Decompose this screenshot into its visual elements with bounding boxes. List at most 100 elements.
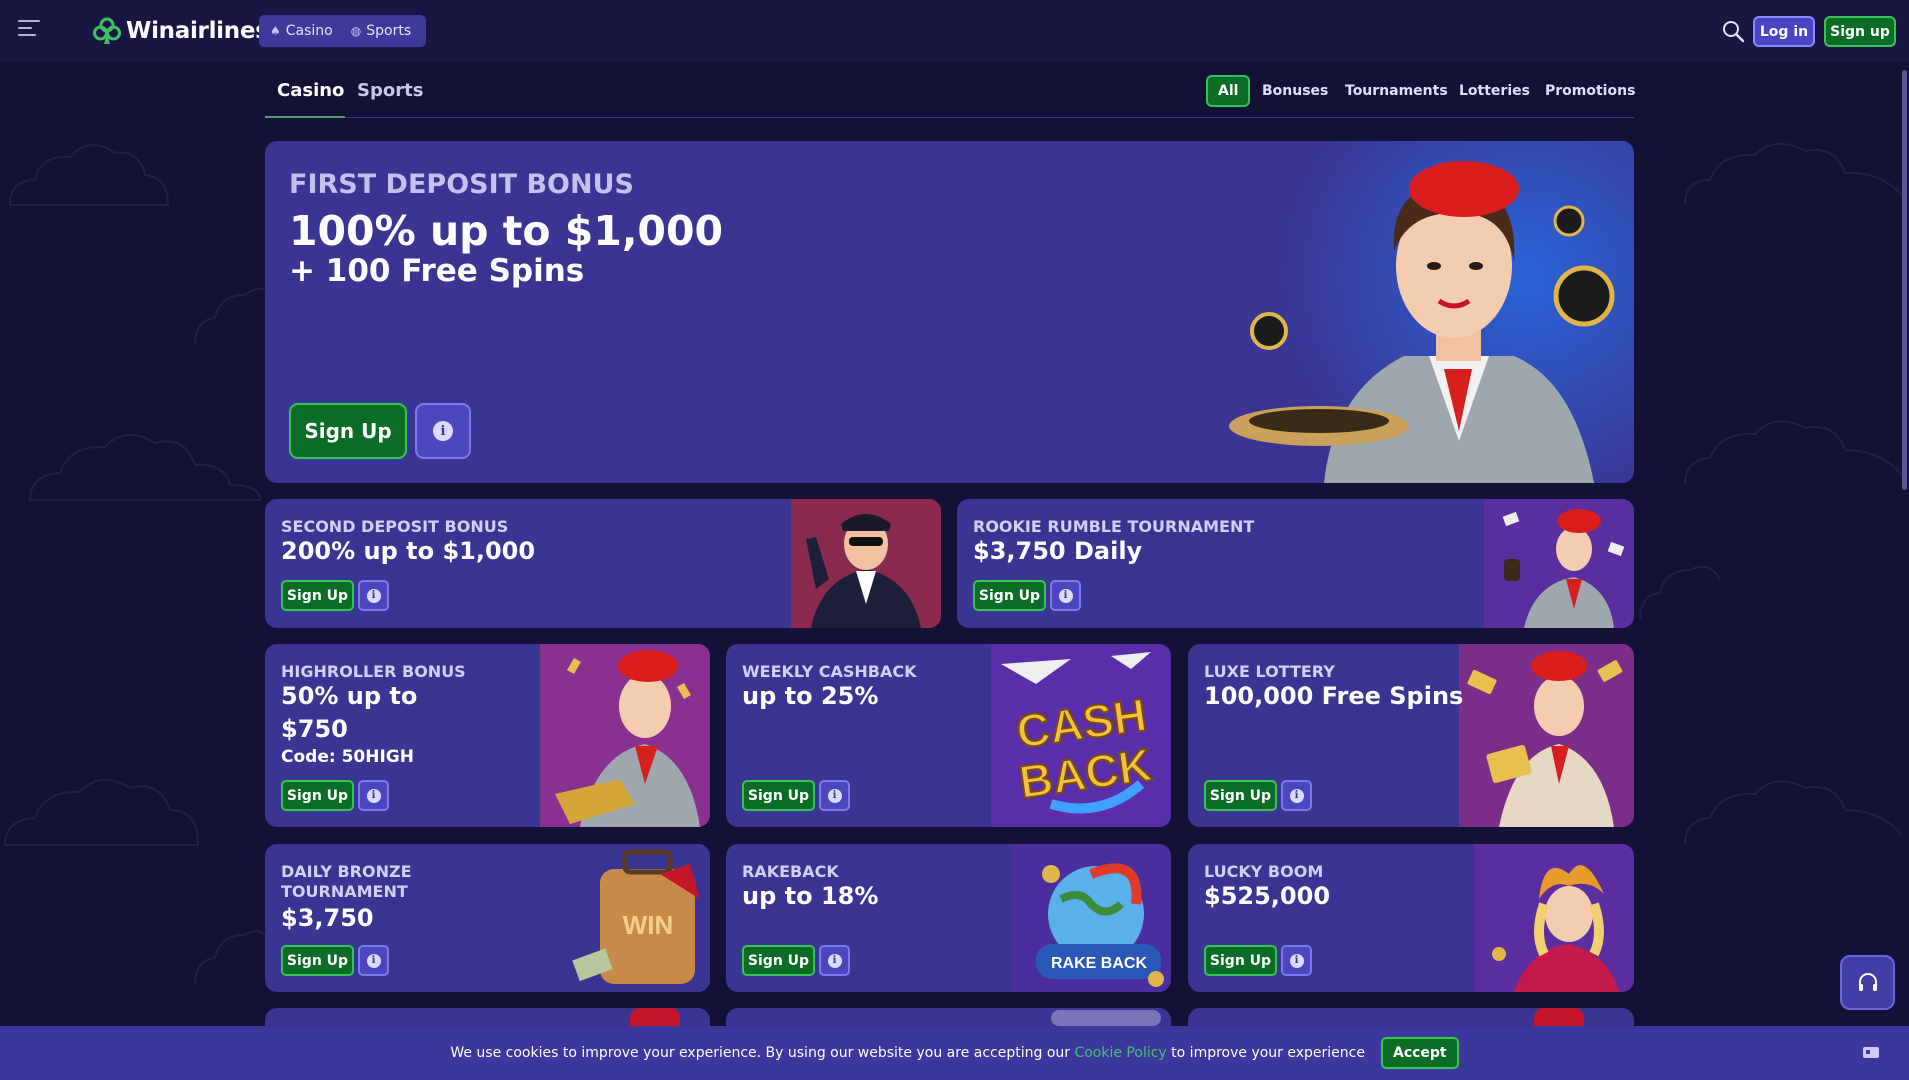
card-art-partial [1051,1010,1161,1026]
info-icon: i [433,421,453,441]
promo-card-lucky-boom: LUCKY BOOM $525,000 Sign Up i [1188,844,1634,992]
tab-casino[interactable]: Casino [277,80,344,101]
active-tab-indicator [265,116,345,118]
card-headline: $3,750 Daily [973,537,1143,565]
top-header: Winairlines ♠ Casino ◍ Sports Log in Sig… [0,0,1909,62]
card-signup-button[interactable]: Sign Up [281,780,354,811]
cookie-banner: We use cookies to improve your experienc… [0,1026,1909,1080]
support-chat-button[interactable] [1840,955,1895,1010]
card-kicker: SECOND DEPOSIT BONUS [281,517,509,536]
info-icon: i [1289,953,1304,968]
card-info-button[interactable]: i [358,780,389,811]
pilot-image [791,499,941,628]
info-icon: i [1058,588,1073,603]
card-kicker: HIGHROLLER BONUS [281,662,466,681]
brand-logo[interactable]: Winairlines [92,14,269,48]
info-icon: i [827,953,842,968]
mode-casino[interactable]: ♠ Casino [265,19,338,43]
spade-icon: ♠ [270,24,281,38]
card-headline: up to 25% [742,682,879,710]
filter-lotteries[interactable]: Lotteries [1459,75,1530,107]
background-cloud [190,900,270,990]
card-headline: 100,000 Free Spins [1204,682,1464,710]
rakeback-art-text: RAKE BACK [1051,955,1147,972]
category-tabs: Casino Sports All Bonuses Tournaments Lo… [265,70,1635,118]
background-cloud [1635,555,1725,625]
cookie-text-before: We use cookies to improve your experienc… [450,1045,1071,1061]
card-info-button[interactable]: i [358,945,389,976]
tab-sports[interactable]: Sports [357,80,423,101]
card-art-partial [1534,1008,1584,1028]
mode-sports-label: Sports [366,23,412,39]
card-signup-button[interactable]: Sign Up [973,580,1046,611]
cashback-image: CASH BACK [991,644,1171,827]
hamburger-menu-icon[interactable] [18,20,42,40]
suitcase-art-text: WIN [623,910,674,940]
cookie-accept-button[interactable]: Accept [1380,1037,1459,1069]
hero-signup-button[interactable]: Sign Up [289,403,407,459]
brand-name: Winairlines [126,18,269,44]
cookie-text-after: to improve your experience [1171,1045,1365,1061]
filter-bonuses[interactable]: Bonuses [1262,75,1328,107]
hero-headline: 100% up to $1,000 [289,207,724,255]
login-button[interactable]: Log in [1753,16,1815,47]
card-kicker: WEEKLY CASHBACK [742,662,917,681]
card-headline-line1: 50% up to [281,682,418,710]
filter-all[interactable]: All [1206,75,1251,107]
page-scrollbar[interactable] [1902,70,1907,490]
attendant-tickets-image [1459,644,1634,827]
card-signup-button[interactable]: Sign Up [281,945,354,976]
clover-logo-icon [93,17,121,44]
search-icon[interactable] [1721,19,1745,43]
background-cloud [0,135,170,210]
promo-card-daily-bronze: WIN DAILY BRONZE TOURNAMENT $3,750 Sign … [265,844,710,992]
background-cloud [1680,135,1905,210]
card-art-partial [630,1008,680,1028]
hero-kicker: FIRST DEPOSIT BONUS [289,169,634,200]
card-signup-button[interactable]: Sign Up [1204,945,1277,976]
filter-tournaments[interactable]: Tournaments [1345,75,1448,107]
card-signup-button[interactable]: Sign Up [742,780,815,811]
bonus-code: Code: 50HIGH [281,747,414,767]
card-headline: $525,000 [1204,882,1331,910]
info-icon: i [366,953,381,968]
card-signup-button[interactable]: Sign Up [1204,780,1277,811]
card-headline-line2: $750 [281,715,348,743]
rakeback-globe-image: RAKE BACK [1011,844,1171,992]
mode-casino-label: Casino [285,23,333,39]
card-info-button[interactable]: i [1281,945,1312,976]
info-icon: i [827,788,842,803]
signup-button[interactable]: Sign up [1824,16,1896,47]
card-kicker: LUCKY BOOM [1204,862,1324,881]
attendant-gold-bars-image [540,644,710,827]
card-kicker-line1: DAILY BRONZE [281,862,412,881]
promo-card-weekly-cashback: CASH BACK WEEKLY CASHBACK up to 25% Sign… [726,644,1171,827]
card-info-button[interactable]: i [1050,580,1081,611]
headset-icon [1858,972,1877,991]
card-headline: up to 18% [742,882,879,910]
background-cloud [1680,410,1905,490]
info-icon: i [1289,788,1304,803]
card-info-button[interactable]: i [819,945,850,976]
hero-subheadline: + 100 Free Spins [289,253,585,289]
card-info-button[interactable]: i [358,580,389,611]
card-kicker-line2: TOURNAMENT [281,882,408,901]
jester-image [1474,844,1634,992]
cookie-policy-link[interactable]: Cookie Policy [1074,1045,1166,1061]
mode-switch: ♠ Casino ◍ Sports [259,15,426,47]
hero-info-button[interactable]: i [415,403,471,459]
cookie-settings-icon[interactable] [1856,1038,1886,1066]
card-signup-button[interactable]: Sign Up [742,945,815,976]
background-cloud [1680,760,1905,850]
card-info-button[interactable]: i [1281,780,1312,811]
card-info-button[interactable]: i [819,780,850,811]
ball-icon: ◍ [350,24,362,38]
filter-promotions[interactable]: Promotions [1545,75,1635,107]
card-headline: 200% up to $1,000 [281,537,536,565]
info-icon: i [366,788,381,803]
background-cloud [25,425,265,505]
mode-sports[interactable]: ◍ Sports [346,19,416,43]
flight-attendant-hero-image [1229,141,1634,483]
promo-card-luxe-lottery: LUXE LOTTERY 100,000 Free Spins Sign Up … [1188,644,1634,827]
card-signup-button[interactable]: Sign Up [281,580,354,611]
